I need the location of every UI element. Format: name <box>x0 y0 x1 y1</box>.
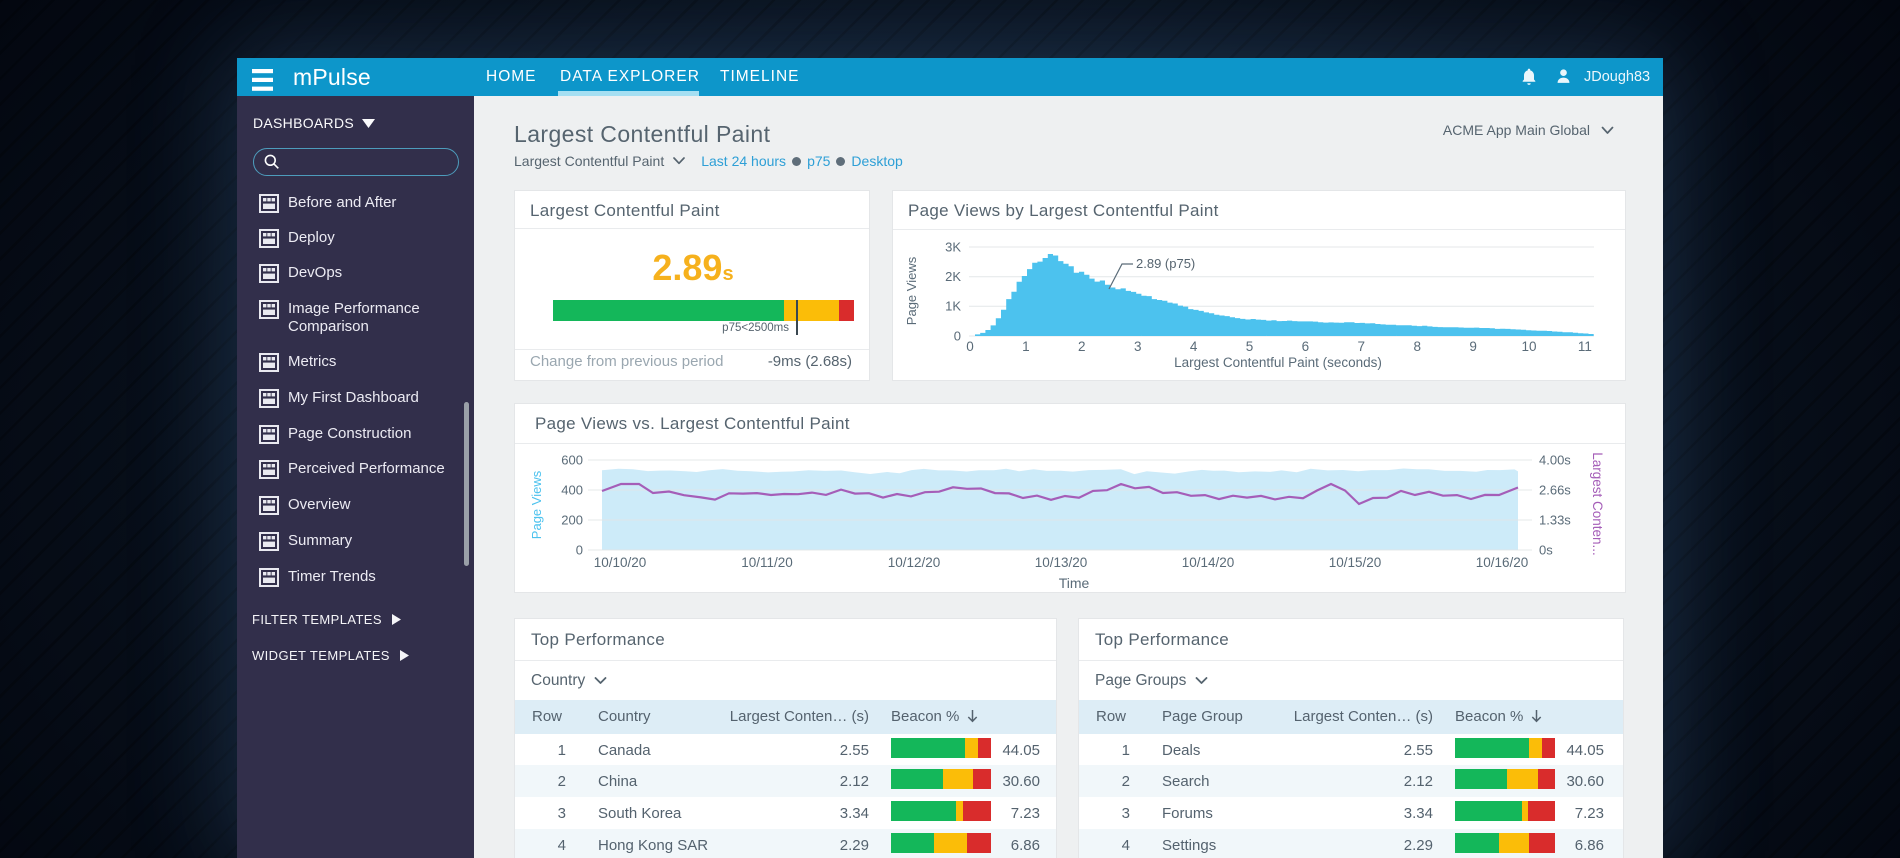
svg-text:10: 10 <box>1521 339 1536 354</box>
svg-text:10/13/20: 10/13/20 <box>1035 555 1088 570</box>
svg-text:Largest Conten...: Largest Conten... <box>1590 452 1605 556</box>
svg-text:11: 11 <box>1578 339 1592 354</box>
svg-text:Page Views: Page Views <box>529 470 544 539</box>
svg-text:6: 6 <box>1302 339 1310 354</box>
svg-text:1.33s: 1.33s <box>1539 513 1571 528</box>
svg-text:Time: Time <box>1059 575 1090 591</box>
svg-text:10/10/20: 10/10/20 <box>594 555 647 570</box>
svg-text:2.89 (p75): 2.89 (p75) <box>1136 256 1195 271</box>
svg-text:Page Views: Page Views <box>904 256 919 325</box>
svg-text:Largest Contentful Paint (seco: Largest Contentful Paint (seconds) <box>1174 355 1382 370</box>
svg-text:1K: 1K <box>945 299 961 314</box>
svg-text:0: 0 <box>576 543 583 558</box>
svg-text:0: 0 <box>954 329 961 344</box>
svg-text:0s: 0s <box>1539 543 1553 558</box>
svg-text:5: 5 <box>1246 339 1254 354</box>
svg-text:7: 7 <box>1358 339 1366 354</box>
svg-text:10/11/20: 10/11/20 <box>741 555 793 570</box>
svg-text:10/14/20: 10/14/20 <box>1182 555 1235 570</box>
svg-text:3: 3 <box>1134 339 1142 354</box>
svg-text:2K: 2K <box>945 269 961 284</box>
svg-text:10/16/20: 10/16/20 <box>1476 555 1529 570</box>
svg-text:200: 200 <box>561 513 583 528</box>
svg-text:9: 9 <box>1469 339 1477 354</box>
svg-text:1: 1 <box>1022 339 1030 354</box>
svg-text:2: 2 <box>1078 339 1086 354</box>
svg-text:600: 600 <box>561 453 583 468</box>
svg-text:10/12/20: 10/12/20 <box>888 555 941 570</box>
svg-text:2.66s: 2.66s <box>1539 483 1571 498</box>
svg-text:8: 8 <box>1413 339 1421 354</box>
svg-text:4: 4 <box>1190 339 1198 354</box>
svg-text:0: 0 <box>966 339 974 354</box>
svg-text:4.00s: 4.00s <box>1539 453 1571 468</box>
svg-text:3K: 3K <box>945 240 961 255</box>
svg-text:10/15/20: 10/15/20 <box>1329 555 1382 570</box>
svg-text:400: 400 <box>561 483 583 498</box>
